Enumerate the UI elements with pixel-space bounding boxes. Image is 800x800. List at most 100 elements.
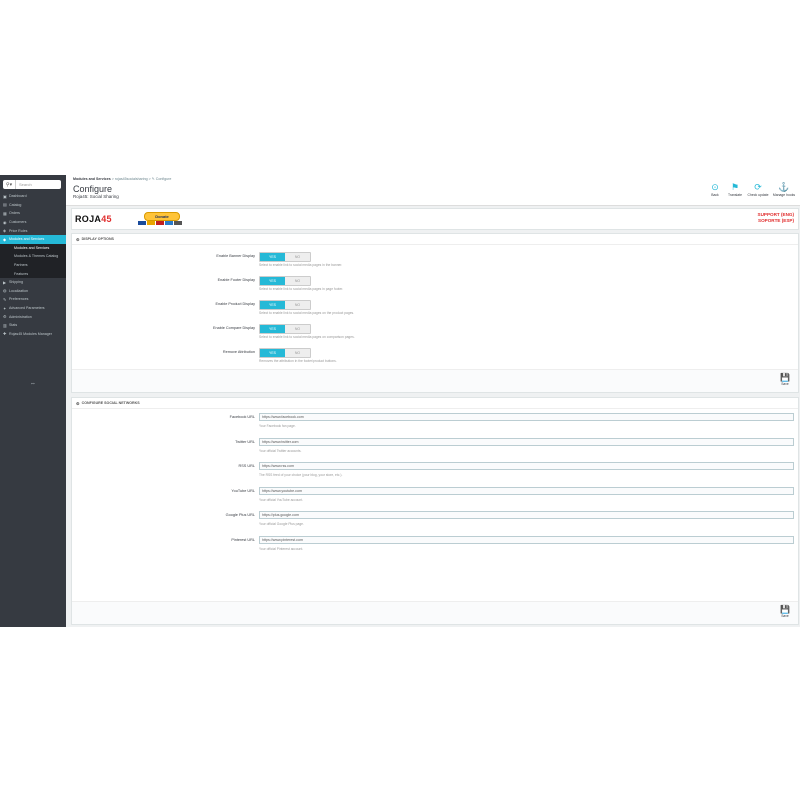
toolbar-button[interactable]: ⟳ Check update — [747, 182, 769, 197]
help-text: Your official Google Plus page. — [259, 522, 304, 526]
sidebar-item-label: Dashboard — [9, 194, 27, 199]
panel-footer: 💾 Save — [72, 369, 798, 392]
sidebar-item-label: Stats — [9, 323, 18, 328]
toolbar-button[interactable]: ⚓ Manage hooks — [772, 182, 796, 197]
anchor-icon: ⚓ — [778, 182, 790, 192]
field-label: Pinterest URL — [231, 537, 255, 542]
yes-no-switch[interactable]: YES NO — [259, 324, 311, 334]
sidebar-item[interactable]: ▣ Dashboard — [0, 192, 66, 201]
breadcrumb-leaf: Configure — [155, 177, 172, 181]
help-text: Select to enable link to social media pa… — [259, 263, 343, 267]
field-label: Remove Attribution — [222, 350, 255, 354]
sidebar-item-label: Partners — [14, 263, 28, 268]
help-text: Select to enable link to social media pa… — [259, 335, 355, 339]
sidebar-item[interactable]: ✦ Advanced Parameters — [0, 304, 66, 313]
breadcrumb-root[interactable]: Modules and Services — [73, 177, 111, 181]
sidebar-item-label: Preferences — [9, 297, 29, 302]
sidebar: ⚲▾ Search ▣ Dashboard ▤ Catalog ▦ Orders ◉ Cust… — [0, 175, 66, 627]
collapse-menu-icon[interactable]: ⇔ — [30, 381, 36, 387]
search-icon[interactable]: ⚲▾ — [3, 180, 16, 189]
floppy-icon: 💾 — [780, 605, 790, 614]
page-title: Configure — [73, 184, 113, 194]
sidebar-item[interactable]: ◍ Localization — [0, 287, 66, 296]
switch-no[interactable]: NO — [285, 253, 310, 261]
sidebar-item-label: Customers — [9, 220, 27, 225]
url-input[interactable]: https://www.pinterest.com — [259, 535, 794, 544]
page-header: Modules and Services > rojas45socialshar… — [66, 175, 800, 206]
switch-yes[interactable]: YES — [260, 301, 285, 309]
breadcrumb-module[interactable]: rojas45socialsharing — [115, 177, 148, 181]
sidebar-item[interactable]: ◆ Modules and Services — [0, 234, 66, 244]
sidebar-item-label: Advanced Parameters — [9, 306, 45, 311]
sidebar-item[interactable]: Features — [0, 269, 66, 278]
sidebar-item[interactable]: Modules & Themes Catalog — [0, 252, 66, 261]
refresh-icon: ⟳ — [754, 182, 762, 192]
flag-icon: ⚑ — [730, 182, 740, 192]
field-label: Enable Product Display — [215, 302, 255, 306]
field-label: YouTube URL — [231, 488, 255, 493]
panel-heading: ⚙ CONFIGURE SOCIAL NETWORKS — [72, 398, 798, 409]
sidebar-item[interactable]: Partners — [0, 260, 66, 270]
help-text: The RSS feed of your choice (your blog, … — [259, 473, 343, 477]
back-icon: ⊙ — [711, 182, 719, 192]
yes-no-switch[interactable]: YES NO — [259, 276, 311, 286]
sidebar-item-label: Orders — [9, 211, 20, 216]
url-input[interactable]: https://www.facebook.com — [259, 413, 794, 421]
sidebar-item[interactable]: ✚ Rojas45 Modules Manager — [0, 330, 66, 339]
donate-button[interactable]: Donate — [144, 212, 180, 221]
sidebar-item[interactable]: ▶ Shipping — [0, 278, 66, 287]
cogs-icon: ⚙ — [76, 400, 80, 406]
sidebar-item[interactable]: ▤ Catalog — [0, 201, 66, 210]
sidebar-item-label: Modules and Services — [14, 245, 50, 250]
cogs-icon: ⚙ — [76, 236, 80, 242]
save-button[interactable]: 💾 Save — [778, 605, 792, 618]
switch-yes[interactable]: YES — [260, 253, 285, 261]
switch-yes[interactable]: YES — [260, 325, 285, 333]
yes-no-switch[interactable]: YES NO — [259, 252, 311, 262]
payment-cards-icon — [138, 221, 182, 225]
save-button[interactable]: 💾 Save — [778, 373, 792, 386]
sidebar-item-label: Price Rules — [9, 228, 28, 233]
yes-no-switch[interactable]: YES NO — [259, 348, 311, 358]
toolbar-button-label: Check update — [747, 193, 769, 197]
module-banner: ROJA45 Donate SUPPORT (ENG) SOPORTE (ESP… — [71, 208, 799, 230]
switch-yes[interactable]: YES — [260, 277, 285, 285]
support-links: SUPPORT (ENG) SOPORTE (ESP) — [758, 212, 795, 224]
url-input[interactable]: https://www.rss.com — [259, 462, 794, 470]
support-esp-link[interactable]: SOPORTE (ESP) — [758, 218, 794, 224]
sidebar-item[interactable]: ◉ Customers — [0, 218, 66, 227]
social-networks-panel: ⚙ CONFIGURE SOCIAL NETWORKS 💾 Save Facebo… — [71, 397, 799, 625]
sidebar-nav: ▣ Dashboard ▤ Catalog ▦ Orders ◉ Customers ◈ Pric… — [0, 192, 66, 338]
toolbar-button[interactable]: ⚑ Translate — [728, 182, 742, 197]
sidebar-item-label: Modules and Services — [9, 237, 45, 242]
yes-no-switch[interactable]: YES NO — [259, 300, 311, 310]
switch-yes[interactable]: YES — [260, 349, 285, 357]
toolbar-button[interactable]: ⊙ Back — [708, 182, 722, 197]
search-input[interactable]: Search — [16, 182, 32, 187]
switch-no[interactable]: NO — [285, 349, 310, 357]
switch-no[interactable]: NO — [285, 301, 310, 309]
panel-footer: 💾 Save — [72, 601, 798, 624]
sidebar-item-label: Modules & Themes Catalog — [14, 254, 59, 259]
sidebar-item[interactable]: Modules and Services — [0, 243, 66, 253]
switch-no[interactable]: NO — [285, 325, 310, 333]
url-input[interactable]: https://www.twitter.com — [259, 437, 794, 446]
field-label: Enable Footer Display — [217, 278, 255, 282]
help-text: Your official YouTube account. — [259, 497, 304, 502]
field-label: Enable Banner Display — [216, 254, 255, 258]
sidebar-item[interactable]: ▦ Orders — [0, 209, 66, 218]
sidebar-item[interactable]: ◈ Price Rules — [0, 226, 66, 235]
page-subtitle: Roja45: Social Sharing — [73, 194, 119, 199]
sidebar-item[interactable]: ▥ Stats — [0, 321, 66, 330]
toolbar-button-label: Manage hooks — [772, 193, 796, 197]
admin-app: ⚲▾ Search ▣ Dashboard ▤ Catalog ▦ Orders ◉ Cust… — [0, 175, 800, 627]
sidebar-item[interactable]: ✎ Preferences — [0, 295, 66, 304]
sidebar-search[interactable]: ⚲▾ Search — [3, 180, 61, 189]
help-text: Your official Pinterest account. — [259, 546, 304, 551]
toolbar-button-label: Back — [711, 193, 719, 197]
sidebar-item-label: Shipping — [9, 280, 23, 285]
switch-no[interactable]: NO — [285, 277, 310, 285]
sidebar-item[interactable]: ⚙ Administration — [0, 312, 66, 321]
url-input[interactable]: https://www.youtube.com — [259, 486, 794, 495]
url-input[interactable]: https://plus.google.com — [259, 511, 794, 519]
